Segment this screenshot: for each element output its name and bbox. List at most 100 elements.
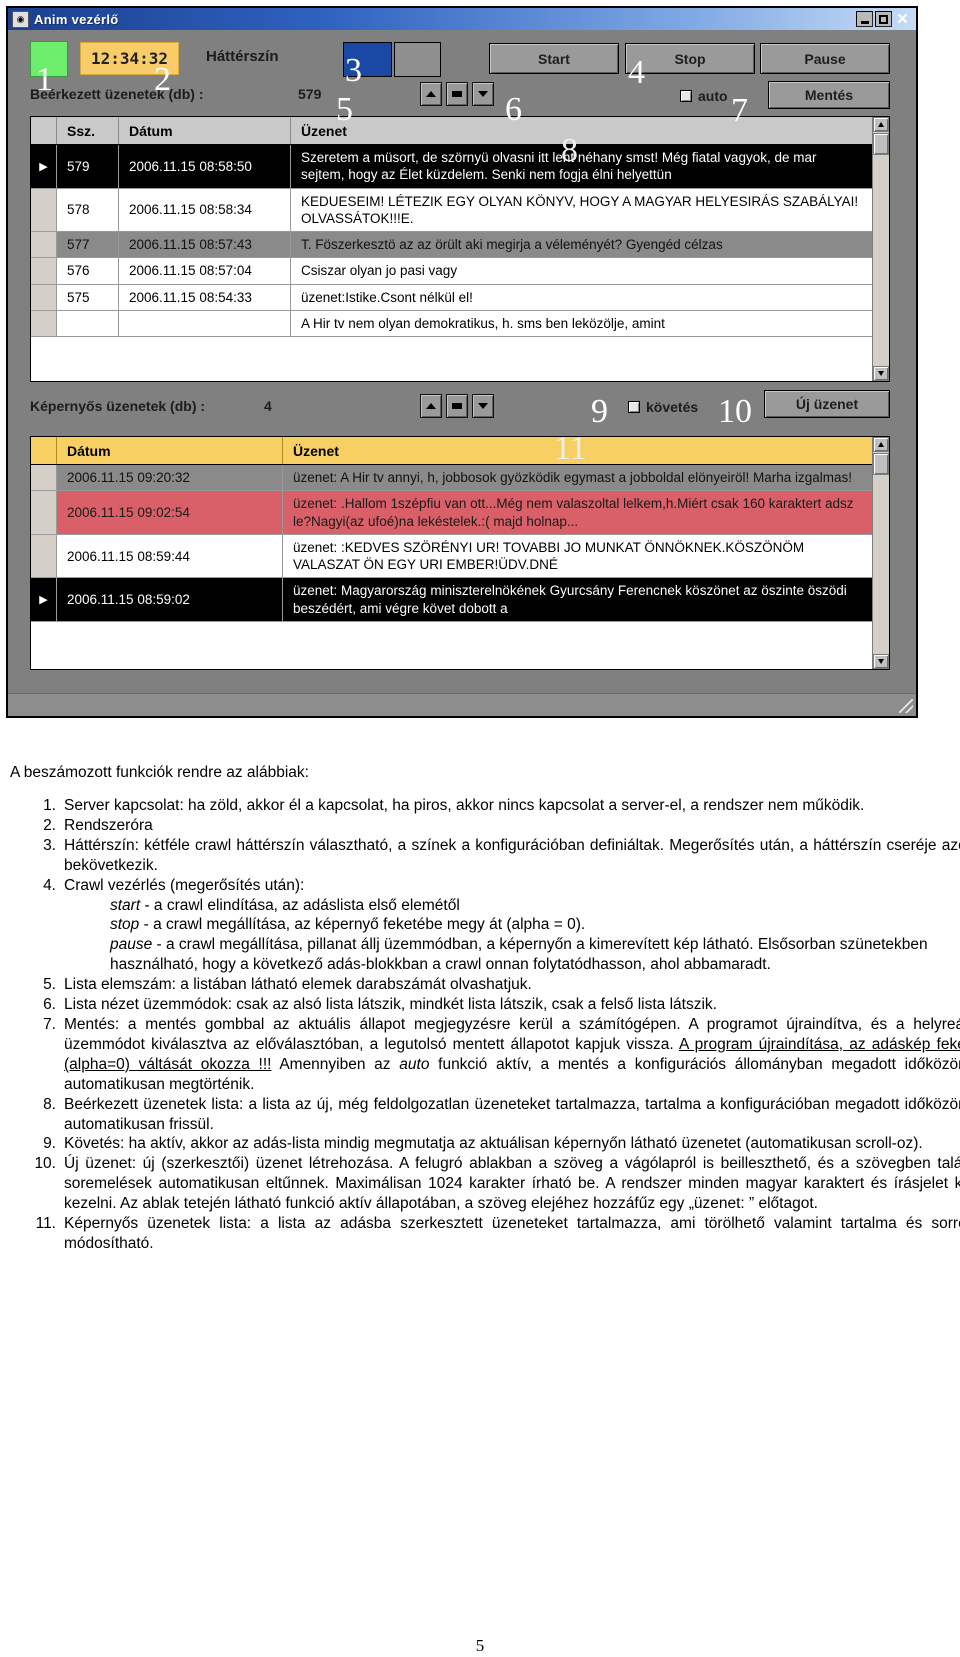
stop-button[interactable]: Stop xyxy=(625,43,755,74)
list-item-number: 5. xyxy=(43,976,56,994)
row-marker xyxy=(31,232,57,258)
screen-grid-scrollbar[interactable] xyxy=(872,437,889,669)
row-ssz: 575 xyxy=(57,284,119,310)
delete-button[interactable] xyxy=(446,394,468,418)
table-row[interactable]: 2006.11.15 09:02:54 üzenet: .Hallom 1szé… xyxy=(31,491,873,535)
background-color-swatch-gray[interactable] xyxy=(394,42,441,77)
row-marker: ▶ xyxy=(31,578,57,621)
server-status-indicator xyxy=(30,41,68,77)
pause-button[interactable]: Pause xyxy=(760,43,890,74)
incoming-grid-header: Ssz. Dátum Üzenet xyxy=(31,117,873,145)
scroll-up-icon xyxy=(878,122,884,127)
row-message: KEDUESEIM! LÉTEZIK EGY OLYAN KÖNYV, HOGY… xyxy=(301,193,859,226)
save-button[interactable]: Mentés xyxy=(768,81,890,109)
view-mode-down-button[interactable] xyxy=(472,82,494,106)
header-ssz[interactable]: Ssz. xyxy=(57,117,119,144)
table-row[interactable]: 2006.11.15 09:20:32 üzenet: A Hir tv ann… xyxy=(31,465,873,492)
auto-save-checkbox-group[interactable]: auto xyxy=(680,88,728,104)
screen-grid-body: Dátum Üzenet 2006.11.15 09:20:32 üzenet:… xyxy=(31,437,873,669)
row-date: 2006.11.15 08:54:33 xyxy=(119,284,291,310)
background-color-label: Háttérszín xyxy=(206,48,279,65)
list-item-number: 11. xyxy=(35,1215,56,1233)
header-message[interactable]: Üzenet xyxy=(291,117,873,144)
screen-grid-header: Dátum Üzenet xyxy=(31,437,873,465)
table-row[interactable]: A Hir tv nem olyan demokratikus, h. sms … xyxy=(31,310,873,338)
list-item: 6. Lista nézet üzemmódok: csak az alsó l… xyxy=(43,995,960,1015)
row-marker xyxy=(31,465,57,491)
list-item-text: Lista nézet üzemmódok: csak az alsó list… xyxy=(64,996,717,1014)
header-date[interactable]: Dátum xyxy=(57,437,283,464)
follow-checkbox-group[interactable]: követés xyxy=(628,399,698,415)
scroll-down-button[interactable] xyxy=(873,654,889,669)
app-window-screenshot: ◉ Anim vezérlő ✕ 12:34:32 Háttérszín Sta… xyxy=(6,6,918,718)
screen-messages-grid[interactable]: Dátum Üzenet 2006.11.15 09:20:32 üzenet:… xyxy=(30,436,890,670)
maximize-button[interactable] xyxy=(875,11,892,27)
row-message: üzenet: :KEDVES SZÖRÉNYI UR! TOVABBI JO … xyxy=(293,539,805,573)
new-message-button[interactable]: Új üzenet xyxy=(764,390,890,418)
scroll-up-icon xyxy=(878,442,884,447)
scroll-down-button[interactable] xyxy=(873,366,889,381)
system-clock: 12:34:32 xyxy=(80,42,179,75)
list-item: 2. Rendszeróra xyxy=(43,816,960,836)
header-date[interactable]: Dátum xyxy=(119,117,291,144)
header-indicator xyxy=(31,437,57,464)
row-date: 2006.11.15 08:59:02 xyxy=(57,578,283,621)
move-up-button[interactable] xyxy=(420,394,442,418)
row-message: A Hir tv nem olyan demokratikus, h. sms … xyxy=(301,315,665,331)
list-item-text: Server kapcsolat: ha zöld, akkor él a ka… xyxy=(64,797,865,814)
triangle-up-icon xyxy=(426,91,436,97)
table-row[interactable]: 577 2006.11.15 08:57:43 T. Föszerkesztö … xyxy=(31,232,873,259)
move-down-button[interactable] xyxy=(472,394,494,418)
view-mode-up-button[interactable] xyxy=(420,82,442,106)
functions-list: 1. Server kapcsolat: ha zöld, akkor él a… xyxy=(10,796,960,1254)
square-icon xyxy=(452,91,462,97)
sub-line-pause: pause - a crawl megállítása, pillanat ál… xyxy=(110,935,960,975)
toolbar-row-secondary: Beérkezett üzenetek (db) : 579 auto Ment… xyxy=(8,78,916,114)
view-mode-both-button[interactable] xyxy=(446,82,468,106)
list-item-text-part2: Amennyiben az xyxy=(271,1055,400,1073)
sub-line-stop: stop - a crawl megállítása, az képernyő … xyxy=(110,915,960,935)
follow-checkbox[interactable] xyxy=(628,401,640,413)
auto-save-checkbox[interactable] xyxy=(680,90,692,102)
list-item-text: Beérkezett üzenetek lista: a lista az új… xyxy=(64,1095,960,1133)
scroll-up-button[interactable] xyxy=(873,117,889,132)
close-icon[interactable]: ✕ xyxy=(894,11,911,27)
square-icon xyxy=(452,403,462,409)
list-item-number: 7. xyxy=(43,1015,56,1033)
table-row[interactable]: 578 2006.11.15 08:58:34 KEDUESEIM! LÉTEZ… xyxy=(31,188,873,233)
window-controls: ✕ xyxy=(856,11,911,27)
resize-grip-icon[interactable] xyxy=(899,699,913,713)
minimize-button[interactable] xyxy=(856,11,873,27)
row-message: üzenet:Istike.Csont nélkül el! xyxy=(301,289,473,305)
scroll-up-button[interactable] xyxy=(873,437,889,452)
list-item-number: 9. xyxy=(43,1135,56,1153)
row-ssz: 577 xyxy=(57,232,119,258)
view-mode-buttons xyxy=(420,82,494,106)
incoming-messages-grid[interactable]: Ssz. Dátum Üzenet ▶ 579 2006.11.15 08:58… xyxy=(30,116,890,382)
follow-label: követés xyxy=(646,399,699,415)
screen-count-value: 4 xyxy=(264,398,272,414)
screen-order-buttons xyxy=(420,394,494,418)
scroll-thumb[interactable] xyxy=(873,453,889,475)
row-date: 2006.11.15 09:02:54 xyxy=(57,491,283,534)
table-row[interactable]: ▶ 2006.11.15 08:59:02 üzenet: Magyarorsz… xyxy=(31,578,873,622)
table-row[interactable]: 2006.11.15 08:59:44 üzenet: :KEDVES SZÖR… xyxy=(31,534,873,579)
intro-paragraph: A beszámozott funkciók rendre az alábbia… xyxy=(10,764,309,781)
list-item: 4. Crawl vezérlés (megerősítés után): st… xyxy=(43,876,960,976)
scroll-thumb[interactable] xyxy=(873,133,889,155)
table-row[interactable]: 576 2006.11.15 08:57:04 Csiszar olyan jo… xyxy=(31,258,873,285)
sub-line-stop-text: - a crawl megállítása, az képernyő feket… xyxy=(139,916,586,934)
window-title: Anim vezérlő xyxy=(34,11,119,27)
incoming-grid-scrollbar[interactable] xyxy=(872,117,889,381)
row-marker xyxy=(31,310,57,337)
list-item: 11. Képernyős üzenetek lista: a lista az… xyxy=(36,1214,960,1254)
row-marker xyxy=(31,491,57,534)
table-row[interactable]: ▶ 579 2006.11.15 08:58:50 Szeretem a müs… xyxy=(31,145,873,189)
row-message: Szeretem a müsort, de szörnyü olvasni it… xyxy=(301,150,817,183)
row-marker xyxy=(31,284,57,310)
table-row[interactable]: 575 2006.11.15 08:54:33 üzenet:Istike.Cs… xyxy=(31,284,873,311)
start-button[interactable]: Start xyxy=(489,43,619,74)
window-titlebar: ◉ Anim vezérlő ✕ xyxy=(8,8,916,30)
header-message[interactable]: Üzenet xyxy=(283,437,873,464)
background-color-swatch-blue[interactable] xyxy=(343,42,392,77)
